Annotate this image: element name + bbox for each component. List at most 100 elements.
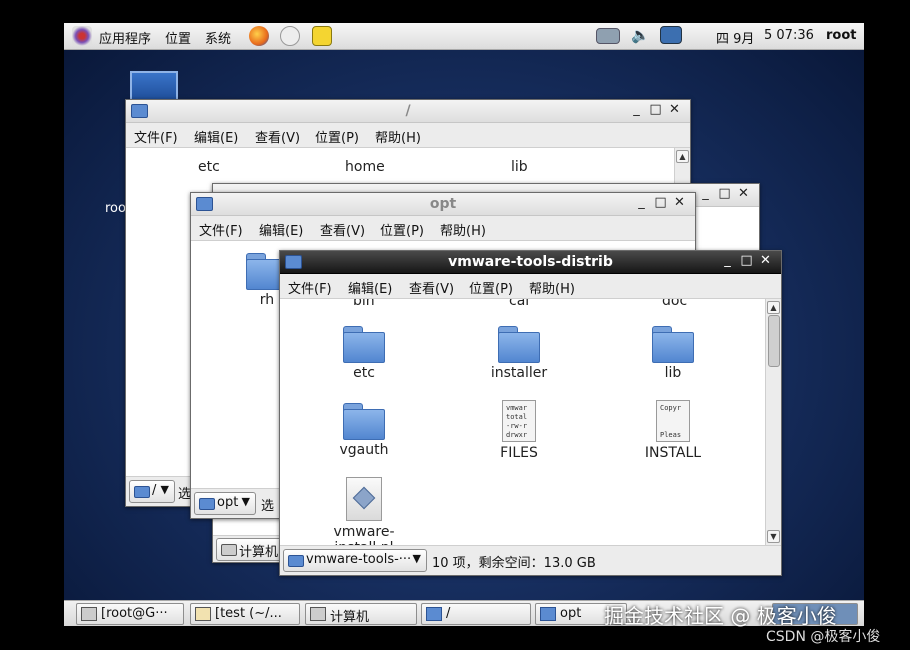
folder-icon: [343, 326, 385, 363]
file-label[interactable]: cal: [509, 299, 529, 309]
menubar: 文件(F) 编辑(E) 查看(V) 位置(P) 帮助(H): [126, 123, 690, 148]
menu-view[interactable]: 查看(V): [320, 220, 365, 239]
file-label[interactable]: bin: [353, 299, 375, 309]
folder-item-lib[interactable]: lib: [613, 326, 733, 381]
task-label: [test (~/...: [215, 606, 282, 621]
location-dropdown[interactable]: / ▼: [129, 480, 175, 503]
scroll-up-arrow[interactable]: ▲: [676, 150, 689, 163]
location-text: /: [152, 483, 157, 498]
menu-places[interactable]: 位置(P): [380, 220, 424, 239]
minimize-button[interactable]: _: [627, 102, 646, 117]
folder-icon: [199, 498, 215, 510]
location-dropdown[interactable]: 计算机: [216, 538, 288, 561]
close-button[interactable]: ✕: [665, 102, 684, 117]
minimize-button[interactable]: _: [718, 253, 737, 268]
folder-item-etc[interactable]: etc: [304, 326, 424, 381]
clock-time[interactable]: 5 07:36: [764, 28, 814, 43]
close-button[interactable]: ✕: [670, 195, 689, 210]
network-disconnected-icon[interactable]: [660, 26, 682, 44]
menu-file[interactable]: 文件(F): [199, 220, 243, 239]
menu-places[interactable]: 位置(P): [315, 127, 359, 146]
scroll-up-arrow[interactable]: ▲: [767, 301, 780, 314]
file-label: installer: [490, 365, 548, 381]
status-text: 10 项，剩余空间：13.0 GB: [432, 556, 596, 571]
menu-help[interactable]: 帮助(H): [529, 278, 575, 297]
menu-view[interactable]: 查看(V): [409, 278, 454, 297]
mail-client-icon[interactable]: [280, 26, 300, 46]
notes-icon[interactable]: [312, 26, 332, 46]
menu-system[interactable]: 系统: [205, 28, 231, 47]
computer-icon: [221, 544, 237, 556]
location-dropdown[interactable]: opt ▼: [194, 492, 256, 515]
menu-file[interactable]: 文件(F): [288, 278, 332, 297]
file-label[interactable]: etc: [198, 159, 220, 175]
file-label: vmware-install.pl: [333, 524, 395, 545]
menu-help[interactable]: 帮助(H): [375, 127, 421, 146]
file-item-vmware-install[interactable]: vmware-install.pl: [304, 477, 424, 545]
maximize-button[interactable]: □: [646, 102, 665, 117]
location-text: vmware-tools-···: [306, 552, 412, 567]
script-file-icon: [346, 477, 382, 521]
file-label[interactable]: lib: [511, 159, 528, 175]
taskbar-item-terminal[interactable]: [root@G···: [76, 603, 184, 625]
task-label: [root@G···: [101, 606, 168, 621]
chevron-down-icon: ▼: [241, 495, 250, 508]
text-editor-icon: [195, 607, 211, 621]
menu-edit[interactable]: 编辑(E): [194, 127, 238, 146]
file-item-install[interactable]: Copyr Pleas INSTALL: [613, 400, 733, 461]
computer-icon: [310, 607, 326, 621]
location-text: 计算机: [239, 545, 279, 560]
desktop-home-label[interactable]: roo: [105, 201, 126, 216]
window-vmware-tools-distrib[interactable]: vmware-tools-distrib _ □ ✕ 文件(F) 编辑(E) 查看(…: [279, 250, 782, 576]
titlebar[interactable]: vmware-tools-distrib _ □ ✕: [280, 251, 781, 274]
statusbar: vmware-tools-··· ▼ 10 项，剩余空间：13.0 GB: [280, 545, 781, 575]
titlebar[interactable]: / _ □ ✕: [126, 100, 690, 123]
scroll-down-arrow[interactable]: ▼: [767, 530, 780, 543]
menu-applications[interactable]: 应用程序: [99, 28, 151, 47]
location-dropdown[interactable]: vmware-tools-··· ▼: [283, 549, 427, 572]
scroll-thumb[interactable]: [768, 315, 780, 367]
chevron-down-icon: ▼: [160, 483, 169, 496]
titlebar[interactable]: opt _ □ ✕: [191, 193, 695, 216]
vertical-scrollbar[interactable]: ▲ ▼: [765, 299, 781, 545]
menubar: 文件(F) 编辑(E) 查看(V) 位置(P) 帮助(H): [191, 216, 695, 241]
clock-date[interactable]: 四 9月: [716, 28, 754, 47]
menu-places[interactable]: 位置(P): [469, 278, 513, 297]
file-label[interactable]: home: [345, 159, 385, 175]
menubar: 文件(F) 编辑(E) 查看(V) 位置(P) 帮助(H): [280, 274, 781, 299]
file-item-files[interactable]: vmwar total -rw-r drwxr FILES: [459, 400, 579, 461]
close-button[interactable]: ✕: [734, 186, 753, 201]
menu-view[interactable]: 查看(V): [255, 127, 300, 146]
menu-edit[interactable]: 编辑(E): [259, 220, 303, 239]
task-label: /: [446, 606, 451, 621]
menu-places[interactable]: 位置: [165, 28, 191, 47]
task-label: opt: [560, 606, 582, 621]
file-label: vgauth: [339, 442, 389, 458]
maximize-button[interactable]: □: [737, 253, 756, 268]
user-menu[interactable]: root: [826, 28, 857, 43]
folder-icon: [540, 607, 556, 621]
folder-item-installer[interactable]: installer: [459, 326, 579, 381]
maximize-button[interactable]: □: [651, 195, 670, 210]
folder-icon: [498, 326, 540, 363]
maximize-button[interactable]: □: [715, 186, 734, 201]
network-status-icon[interactable]: [596, 28, 620, 44]
menu-file[interactable]: 文件(F): [134, 127, 178, 146]
file-label[interactable]: doc: [662, 299, 687, 309]
menu-help[interactable]: 帮助(H): [440, 220, 486, 239]
minimize-button[interactable]: _: [632, 195, 651, 210]
menu-edit[interactable]: 编辑(E): [348, 278, 392, 297]
file-label: lib: [664, 365, 682, 381]
close-button[interactable]: ✕: [756, 253, 775, 268]
taskbar-item-root-folder[interactable]: /: [421, 603, 531, 625]
folder-icon: [652, 326, 694, 363]
folder-item-vgauth[interactable]: vgauth: [304, 403, 424, 458]
applications-logo-icon[interactable]: [72, 26, 92, 46]
firefox-icon[interactable]: [249, 26, 269, 46]
folder-icon: [426, 607, 442, 621]
volume-icon[interactable]: 🔈: [631, 26, 650, 44]
taskbar-item-editor[interactable]: [test (~/...: [190, 603, 300, 625]
file-label: etc: [353, 365, 375, 381]
taskbar-item-computer[interactable]: 计算机: [305, 603, 417, 625]
minimize-button[interactable]: _: [696, 186, 715, 201]
